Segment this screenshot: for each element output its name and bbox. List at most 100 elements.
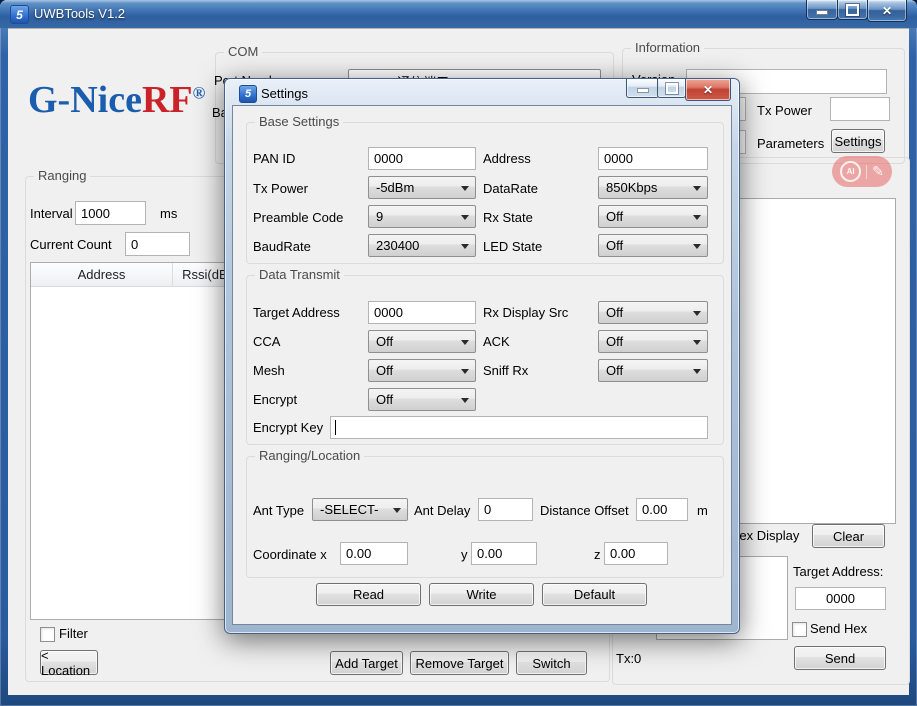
target-address-field[interactable] [795, 587, 886, 610]
distance-unit-label: m [697, 503, 708, 519]
switch-button[interactable]: Switch [516, 651, 587, 675]
led-state-combobox[interactable]: Off [598, 234, 708, 257]
send-hex-checkbox[interactable] [792, 622, 807, 637]
dlg-tx-power-label: Tx Power [253, 181, 308, 197]
ai-pill-divider [866, 165, 867, 179]
pan-id-label: PAN ID [253, 151, 295, 167]
ack-label: ACK [483, 334, 510, 350]
coordinate-y-field[interactable] [471, 542, 537, 565]
distance-offset-field[interactable] [636, 498, 688, 521]
interval-unit-label: ms [160, 206, 177, 222]
window-title: UWBTools V1.2 [34, 6, 125, 21]
ant-type-value: -SELECT- [320, 502, 379, 517]
coordinate-x-field[interactable] [340, 542, 408, 565]
encrypt-key-label: Encrypt Key [253, 420, 323, 436]
minimize-button[interactable] [806, 0, 838, 20]
send-button[interactable]: Send [794, 646, 886, 670]
interval-field[interactable] [75, 201, 146, 225]
baudrate-combobox[interactable]: 230400 [368, 234, 476, 257]
current-count-label: Current Count [30, 237, 112, 253]
dlg-baudrate-label: BaudRate [253, 239, 311, 255]
default-button[interactable]: Default [542, 583, 647, 606]
dialog-minimize-button[interactable] [626, 79, 659, 98]
logo-registered-mark: ® [193, 83, 206, 102]
led-state-value: Off [606, 238, 623, 253]
dialog-close-button[interactable]: ✕ [685, 79, 731, 101]
ack-value: Off [606, 334, 623, 349]
ack-combobox[interactable]: Off [598, 330, 708, 353]
close-icon: ✕ [882, 4, 892, 18]
add-target-button[interactable]: Add Target [330, 651, 403, 675]
ant-delay-field[interactable] [478, 498, 533, 521]
send-hex-label: Send Hex [810, 621, 867, 637]
text-caret [335, 420, 336, 435]
cca-value: Off [376, 334, 393, 349]
hex-display-label: Hex Display [730, 528, 799, 544]
maximize-button[interactable] [837, 0, 868, 20]
filter-label: Filter [59, 626, 88, 642]
coordinate-y-label: y [461, 547, 468, 563]
filter-checkbox[interactable] [40, 627, 55, 642]
tx-counter: Tx:0 [616, 651, 641, 667]
clear-button[interactable]: Clear [812, 524, 885, 548]
main-window: 5 UWBTools V1.2 ✕ G-NiceRF® COM Port Num… [0, 0, 917, 706]
ranging-location-title: Ranging/Location [255, 448, 364, 463]
close-button[interactable]: ✕ [867, 0, 907, 22]
rx-state-combobox[interactable]: Off [598, 205, 708, 228]
column-header-address[interactable]: Address [31, 263, 173, 286]
mesh-combobox[interactable]: Off [368, 359, 476, 382]
read-button[interactable]: Read [316, 583, 421, 606]
dialog-close-icon: ✕ [703, 83, 713, 97]
address-field[interactable] [598, 147, 708, 170]
rx-state-value: Off [606, 209, 623, 224]
pan-id-field[interactable] [368, 147, 476, 170]
tx-power-combobox[interactable]: -5dBm [368, 176, 476, 199]
tx-power-label: Tx Power [757, 103, 812, 119]
encrypt-key-field[interactable] [330, 416, 708, 439]
ant-delay-label: Ant Delay [414, 503, 470, 519]
dialog-title: Settings [261, 86, 308, 101]
target-address-label: Target Address: [793, 564, 883, 580]
main-titlebar[interactable]: 5 UWBTools V1.2 ✕ [0, 0, 917, 28]
rx-display-src-value: Off [606, 305, 623, 320]
ai-icon[interactable]: AI [840, 161, 861, 182]
coordinate-x-label: Coordinate x [253, 547, 327, 563]
dlg-target-address-field[interactable] [368, 301, 476, 324]
dialog-icon: 5 [239, 85, 257, 103]
location-button[interactable]: < Location [40, 650, 98, 675]
current-count-field[interactable] [125, 232, 190, 256]
write-button[interactable]: Write [429, 583, 534, 606]
ai-assistant-overlay[interactable]: AI ✎ [832, 156, 892, 187]
preamble-code-value: 9 [376, 209, 383, 224]
rx-display-src-combobox[interactable]: Off [598, 301, 708, 324]
baudrate-value: 230400 [376, 238, 419, 253]
ranging-group-title: Ranging [34, 168, 90, 183]
sniff-rx-value: Off [606, 363, 623, 378]
logo-part-red: RF [142, 79, 193, 121]
encrypt-value: Off [376, 392, 393, 407]
logo-part-blue: G-Nice [28, 79, 142, 121]
ant-type-combobox[interactable]: -SELECT- [312, 498, 408, 521]
datarate-value: 850Kbps [606, 180, 657, 195]
tx-power-field[interactable] [830, 97, 890, 121]
sniff-rx-combobox[interactable]: Off [598, 359, 708, 382]
mesh-value: Off [376, 363, 393, 378]
brand-logo: G-NiceRF® [28, 78, 205, 122]
rx-display-src-label: Rx Display Src [483, 305, 568, 321]
cca-combobox[interactable]: Off [368, 330, 476, 353]
dlg-target-address-label: Target Address [253, 305, 340, 321]
com-group-title: COM [224, 44, 262, 59]
datarate-combobox[interactable]: 850Kbps [598, 176, 708, 199]
coordinate-z-field[interactable] [604, 542, 668, 565]
minimize-icon [816, 10, 828, 15]
remove-target-button[interactable]: Remove Target [410, 651, 509, 675]
distance-offset-label: Distance Offset [540, 503, 629, 519]
preamble-code-combobox[interactable]: 9 [368, 205, 476, 228]
edit-pen-icon[interactable]: ✎ [872, 163, 884, 180]
data-transmit-title: Data Transmit [255, 267, 344, 282]
information-group-title: Information [631, 40, 704, 55]
mesh-label: Mesh [253, 363, 285, 379]
settings-button[interactable]: Settings [831, 129, 885, 153]
encrypt-combobox[interactable]: Off [368, 388, 476, 411]
dialog-maximize-button[interactable] [657, 79, 686, 98]
